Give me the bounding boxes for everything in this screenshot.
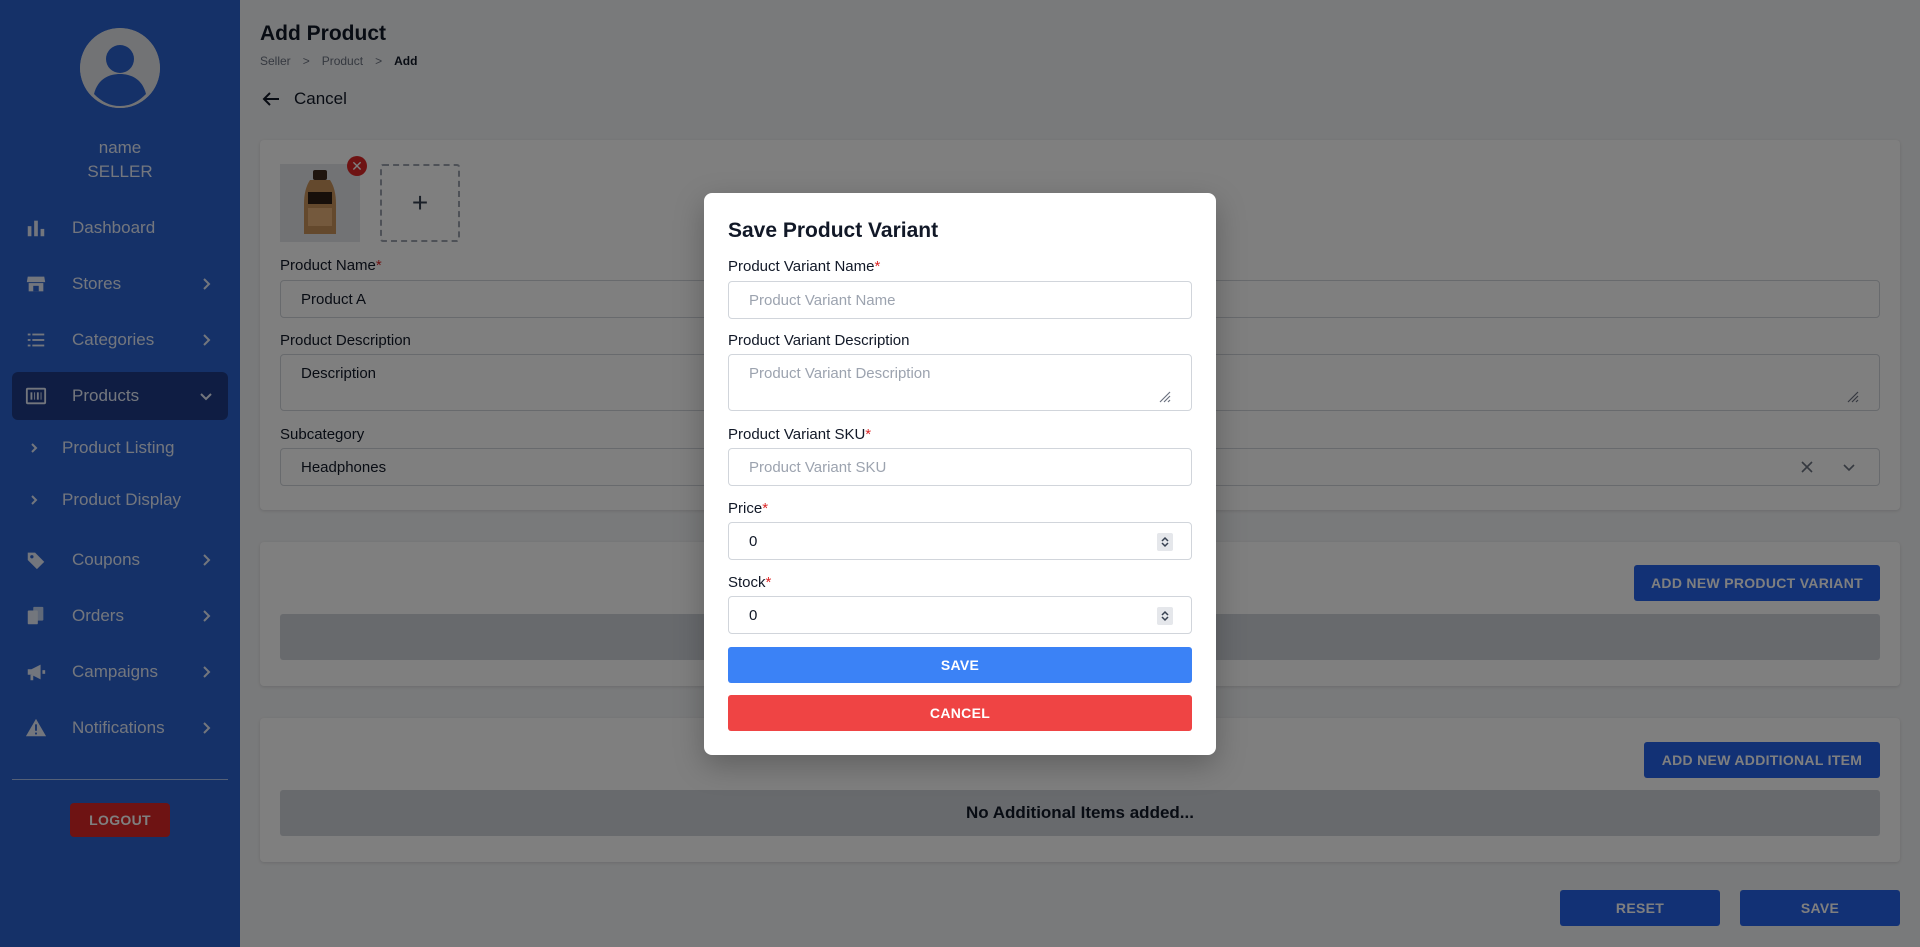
stock-stepper[interactable]: [1157, 607, 1173, 625]
save-product-variant-modal: Save Product Variant Product Variant Nam…: [704, 193, 1216, 755]
price-label: Price*: [728, 500, 769, 517]
variant-description-textarea[interactable]: Product Variant Description: [728, 354, 1192, 411]
chevron-down-icon: [1161, 542, 1169, 548]
variant-description-label: Product Variant Description: [728, 332, 910, 349]
price-stepper[interactable]: [1157, 533, 1173, 551]
chevron-down-icon: [1161, 616, 1169, 622]
variant-sku-input[interactable]: Product Variant SKU: [728, 448, 1192, 486]
resize-handle-icon[interactable]: [1159, 390, 1171, 403]
modal-title: Save Product Variant: [728, 219, 939, 242]
modal-cancel-button[interactable]: CANCEL: [728, 695, 1192, 731]
variant-name-label: Product Variant Name*: [728, 258, 881, 275]
variant-name-input[interactable]: Product Variant Name: [728, 281, 1192, 319]
modal-save-button[interactable]: SAVE: [728, 647, 1192, 683]
variant-sku-label: Product Variant SKU*: [728, 426, 872, 443]
stock-input[interactable]: 0: [728, 596, 1192, 634]
price-input[interactable]: 0: [728, 522, 1192, 560]
stock-label: Stock*: [728, 574, 772, 591]
